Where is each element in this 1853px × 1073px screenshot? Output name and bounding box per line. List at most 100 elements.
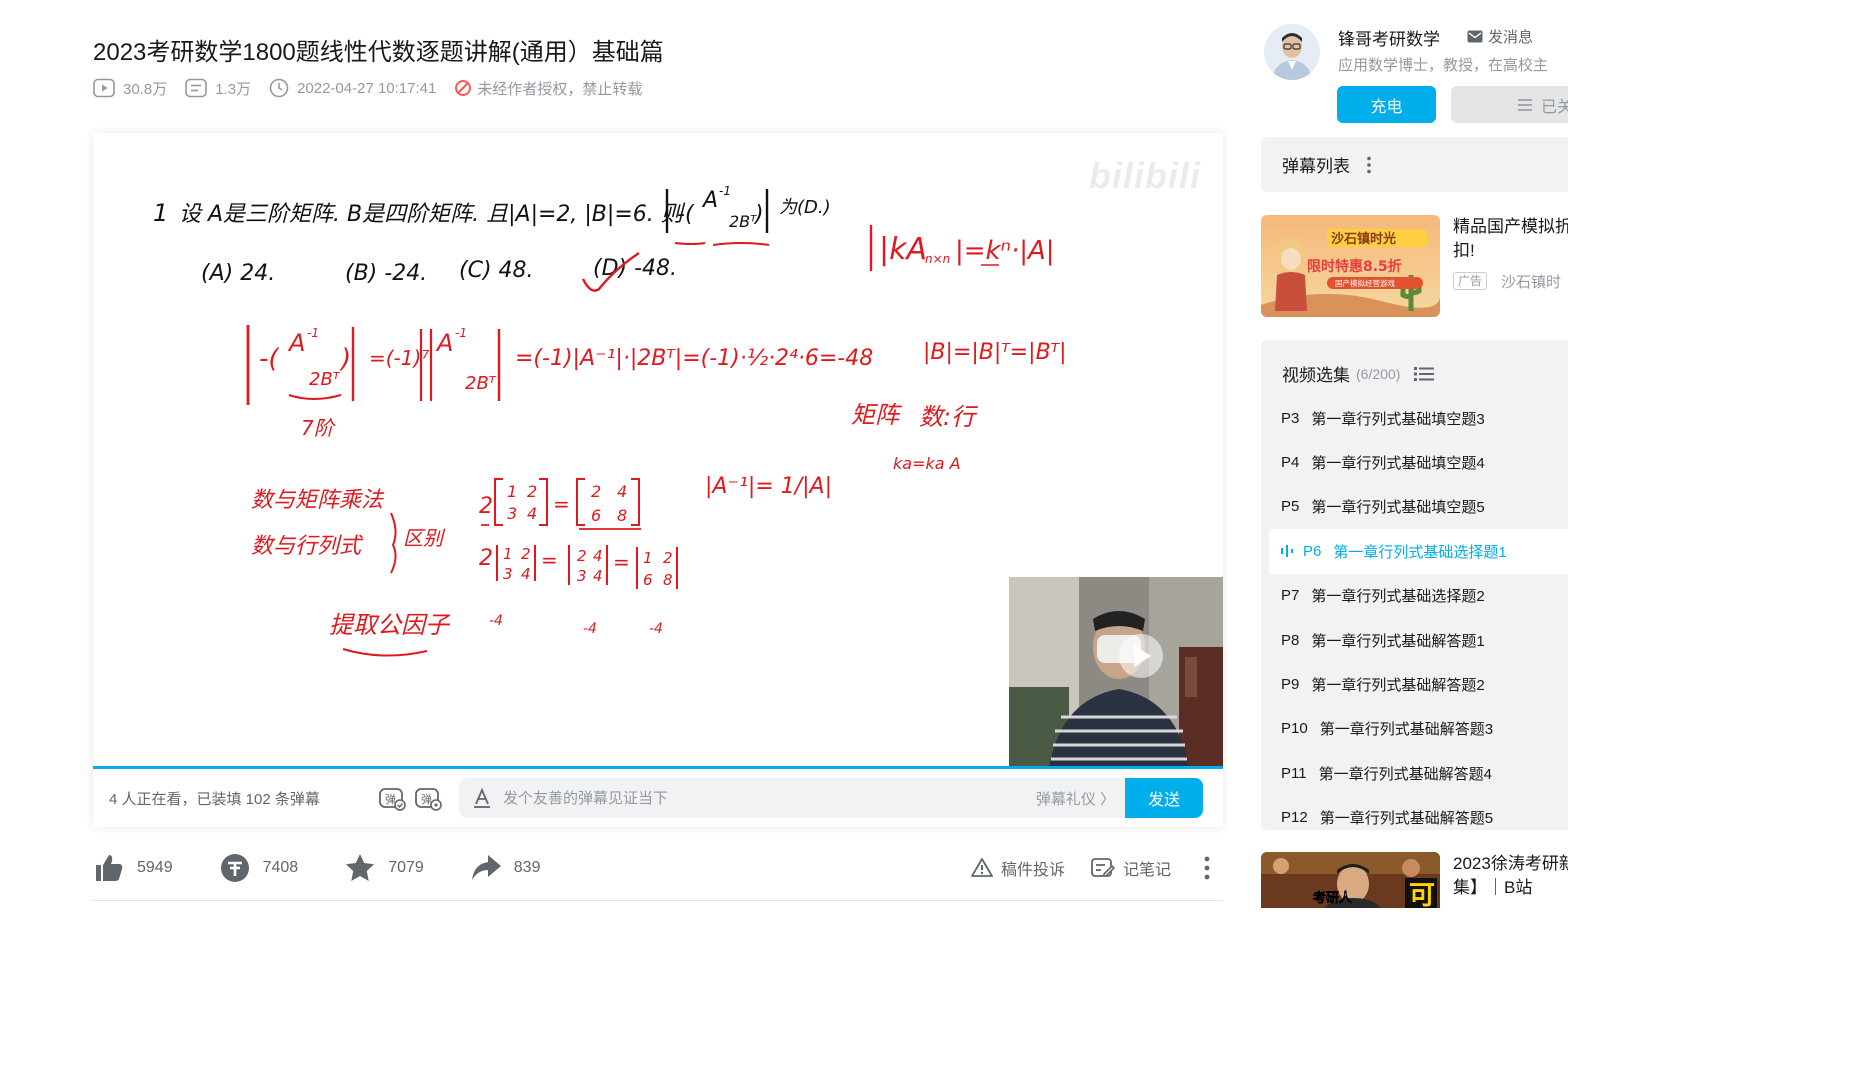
matrix-cell: 6 — [591, 506, 601, 525]
share-icon — [471, 855, 501, 880]
choice-c: (C) 48. — [459, 258, 534, 283]
playlist-item[interactable]: P11 第一章行列式基础解答题4 — [1261, 751, 1568, 795]
danmaku-list-panel[interactable]: 弹幕列表 — [1261, 137, 1568, 192]
note-icon — [1091, 858, 1115, 877]
playlist-count: (6/200) — [1356, 365, 1401, 382]
video-player[interactable]: 1 设 A是三阶矩阵. B是四阶矩阵. 且|A|=2, |B|=6. 则 -( … — [93, 133, 1223, 827]
part-title: 第一章行列式基础填空题4 — [1311, 455, 1485, 473]
det-cell: 8 — [663, 571, 673, 589]
forbidden-icon — [455, 80, 472, 96]
part-title: 第一章行列式基础解答题3 — [1319, 721, 1494, 739]
part-number: P10 — [1281, 720, 1308, 738]
det-value: -4 — [489, 613, 503, 629]
playlist-item[interactable]: P9 第一章行列式基础解答题2 — [1261, 662, 1568, 706]
playlist-item[interactable]: P10 第一章行列式基础解答题3 — [1261, 707, 1568, 751]
toolbar-divider — [93, 900, 1223, 901]
playing-wave-icon — [1281, 544, 1293, 558]
report-button[interactable]: 稿件投诉 — [971, 856, 1065, 880]
video-meta: 30.8万 1.3万 2022-04-27 10:17:41 未经作者授权，禁止… — [93, 76, 660, 100]
copyright-note: 未经作者授权，禁止转载 — [454, 78, 642, 99]
vertical-dots-icon[interactable] — [1366, 156, 1372, 174]
playlist-item[interactable]: P7 第一章行列式基础选择题2 — [1261, 574, 1568, 618]
ad-thumbnail[interactable]: 沙石镇时光 限时特惠8.5折 国产模拟经营游戏 — [1261, 215, 1440, 317]
svg-text:=: = — [553, 492, 570, 516]
like-button[interactable]: 5949 — [93, 852, 173, 884]
svg-text:-1: -1 — [307, 326, 319, 340]
video-frame[interactable]: 1 设 A是三阶矩阵. B是四阶矩阵. 且|A|=2, |B|=6. 则 -( … — [93, 133, 1223, 768]
pubdate-stat: 2022-04-27 10:17:41 — [269, 78, 436, 98]
playlist-item[interactable]: P8 第一章行列式基础解答题1 — [1261, 618, 1568, 662]
teacher-camera-image — [1009, 577, 1223, 768]
recommend-card[interactable]: 考研人 可 2023徐涛考研新合集】｜B站 — [1261, 852, 1568, 908]
uploader-avatar[interactable] — [1264, 24, 1320, 80]
teacher-camera — [1009, 577, 1223, 768]
note-button[interactable]: 记笔记 — [1091, 856, 1171, 880]
ad-title[interactable]: 精品国产模拟折扣! — [1453, 215, 1568, 263]
playlist-item[interactable]: P4 第一章行列式基础填空题4 — [1261, 440, 1568, 484]
uploader-name[interactable]: 锋哥考研数学 — [1338, 25, 1440, 50]
part-number: P4 — [1281, 454, 1300, 472]
recommend-thumbnail[interactable]: 考研人 可 — [1261, 852, 1440, 908]
danmaku-style-button[interactable] — [471, 787, 493, 809]
formula-ka-sub: n×n — [925, 252, 950, 266]
det-cell: 4 — [593, 567, 603, 585]
avatar-image — [1264, 24, 1320, 80]
followed-button[interactable]: 已关 — [1451, 86, 1568, 123]
playlist-item-active[interactable]: P6 第一章行列式基础选择题1 — [1269, 529, 1568, 574]
danmaku-count: 1.3万 — [215, 80, 252, 98]
danmaku-settings-button[interactable]: 弹 — [413, 783, 443, 813]
choice-a: (A) 24. — [201, 261, 275, 286]
ad-source: 沙石镇时 — [1501, 274, 1562, 291]
video-title: 2023考研数学1800题线性代数逐题讲解(通用）基础篇 — [93, 39, 664, 66]
svg-text:A: A — [435, 329, 453, 357]
danmaku-input[interactable] — [503, 789, 1003, 807]
danmaku-toggle-button[interactable]: 弹 — [377, 783, 407, 813]
share-button[interactable]: 839 — [470, 852, 541, 884]
ad-card[interactable]: 沙石镇时光 限时特惠8.5折 国产模拟经营游戏 精品国产模拟折扣! 广告 沙石镇… — [1261, 215, 1568, 317]
svg-text:A: A — [287, 329, 305, 357]
playlist-item[interactable]: P5 第一章行列式基础填空题5 — [1261, 485, 1568, 529]
recommend-thumb-text: 考研人 — [1313, 890, 1353, 906]
list-icon[interactable] — [1414, 366, 1435, 382]
svg-text:): ) — [753, 202, 764, 227]
send-message-button[interactable]: 发消息 — [1467, 26, 1533, 47]
svg-text:A: A — [701, 188, 718, 213]
views-count: 30.8万 — [123, 80, 168, 98]
part-number: P3 — [1281, 409, 1300, 427]
choice-b: (B) -24. — [345, 261, 427, 286]
svg-text:2Bᵀ: 2Bᵀ — [729, 212, 757, 231]
followed-label: 已关 — [1541, 98, 1568, 116]
ad-game-name: 沙石镇时光 — [1331, 231, 1396, 247]
vertical-dots-icon — [1204, 856, 1210, 880]
more-options-button[interactable] — [1197, 853, 1217, 883]
coin-icon — [220, 854, 249, 882]
share-count: 839 — [513, 859, 541, 876]
charge-button[interactable]: 充电 — [1337, 86, 1436, 123]
svg-text:-1: -1 — [455, 326, 467, 340]
matrix-cell: 3 — [507, 504, 517, 523]
favorite-button[interactable]: 7079 — [344, 852, 424, 884]
part-number: P8 — [1281, 631, 1300, 649]
danmaku-stat: 1.3万 — [185, 78, 251, 99]
det-cell: 4 — [521, 565, 531, 583]
svg-text:2Bᵀ: 2Bᵀ — [465, 373, 497, 394]
video-page: 2023考研数学1800题线性代数逐题讲解(通用）基础篇 30.8万 1.3万 … — [0, 0, 1568, 908]
pubdate: 2022-04-27 10:17:41 — [297, 79, 437, 97]
views-stat: 30.8万 — [93, 78, 167, 99]
det-cell: 6 — [643, 571, 653, 589]
svg-text:-(: -( — [259, 344, 280, 374]
det-cell: 3 — [503, 565, 513, 583]
send-danmaku-button[interactable]: 发送 — [1125, 778, 1203, 818]
coin-button[interactable]: 7408 — [219, 852, 298, 884]
matrix-cell: 1 — [507, 482, 517, 501]
star-icon — [346, 854, 375, 881]
number-word: 数:行 — [919, 403, 978, 431]
like-count: 5949 — [137, 859, 173, 876]
playlist-item[interactable]: P12 第一章行列式基础解答题5 — [1261, 796, 1568, 830]
playlist-item[interactable]: P3 第一章行列式基础填空题3 — [1261, 396, 1568, 440]
danmaku-etiquette-link[interactable]: 弹幕礼仪 〉 — [1036, 788, 1115, 809]
recommend-title[interactable]: 2023徐涛考研新合集】｜B站 — [1453, 852, 1568, 900]
det-cell: 2 — [521, 545, 531, 563]
part-title: 第一章行列式基础填空题5 — [1311, 499, 1485, 517]
ka-note: ka=ka A — [893, 454, 961, 473]
